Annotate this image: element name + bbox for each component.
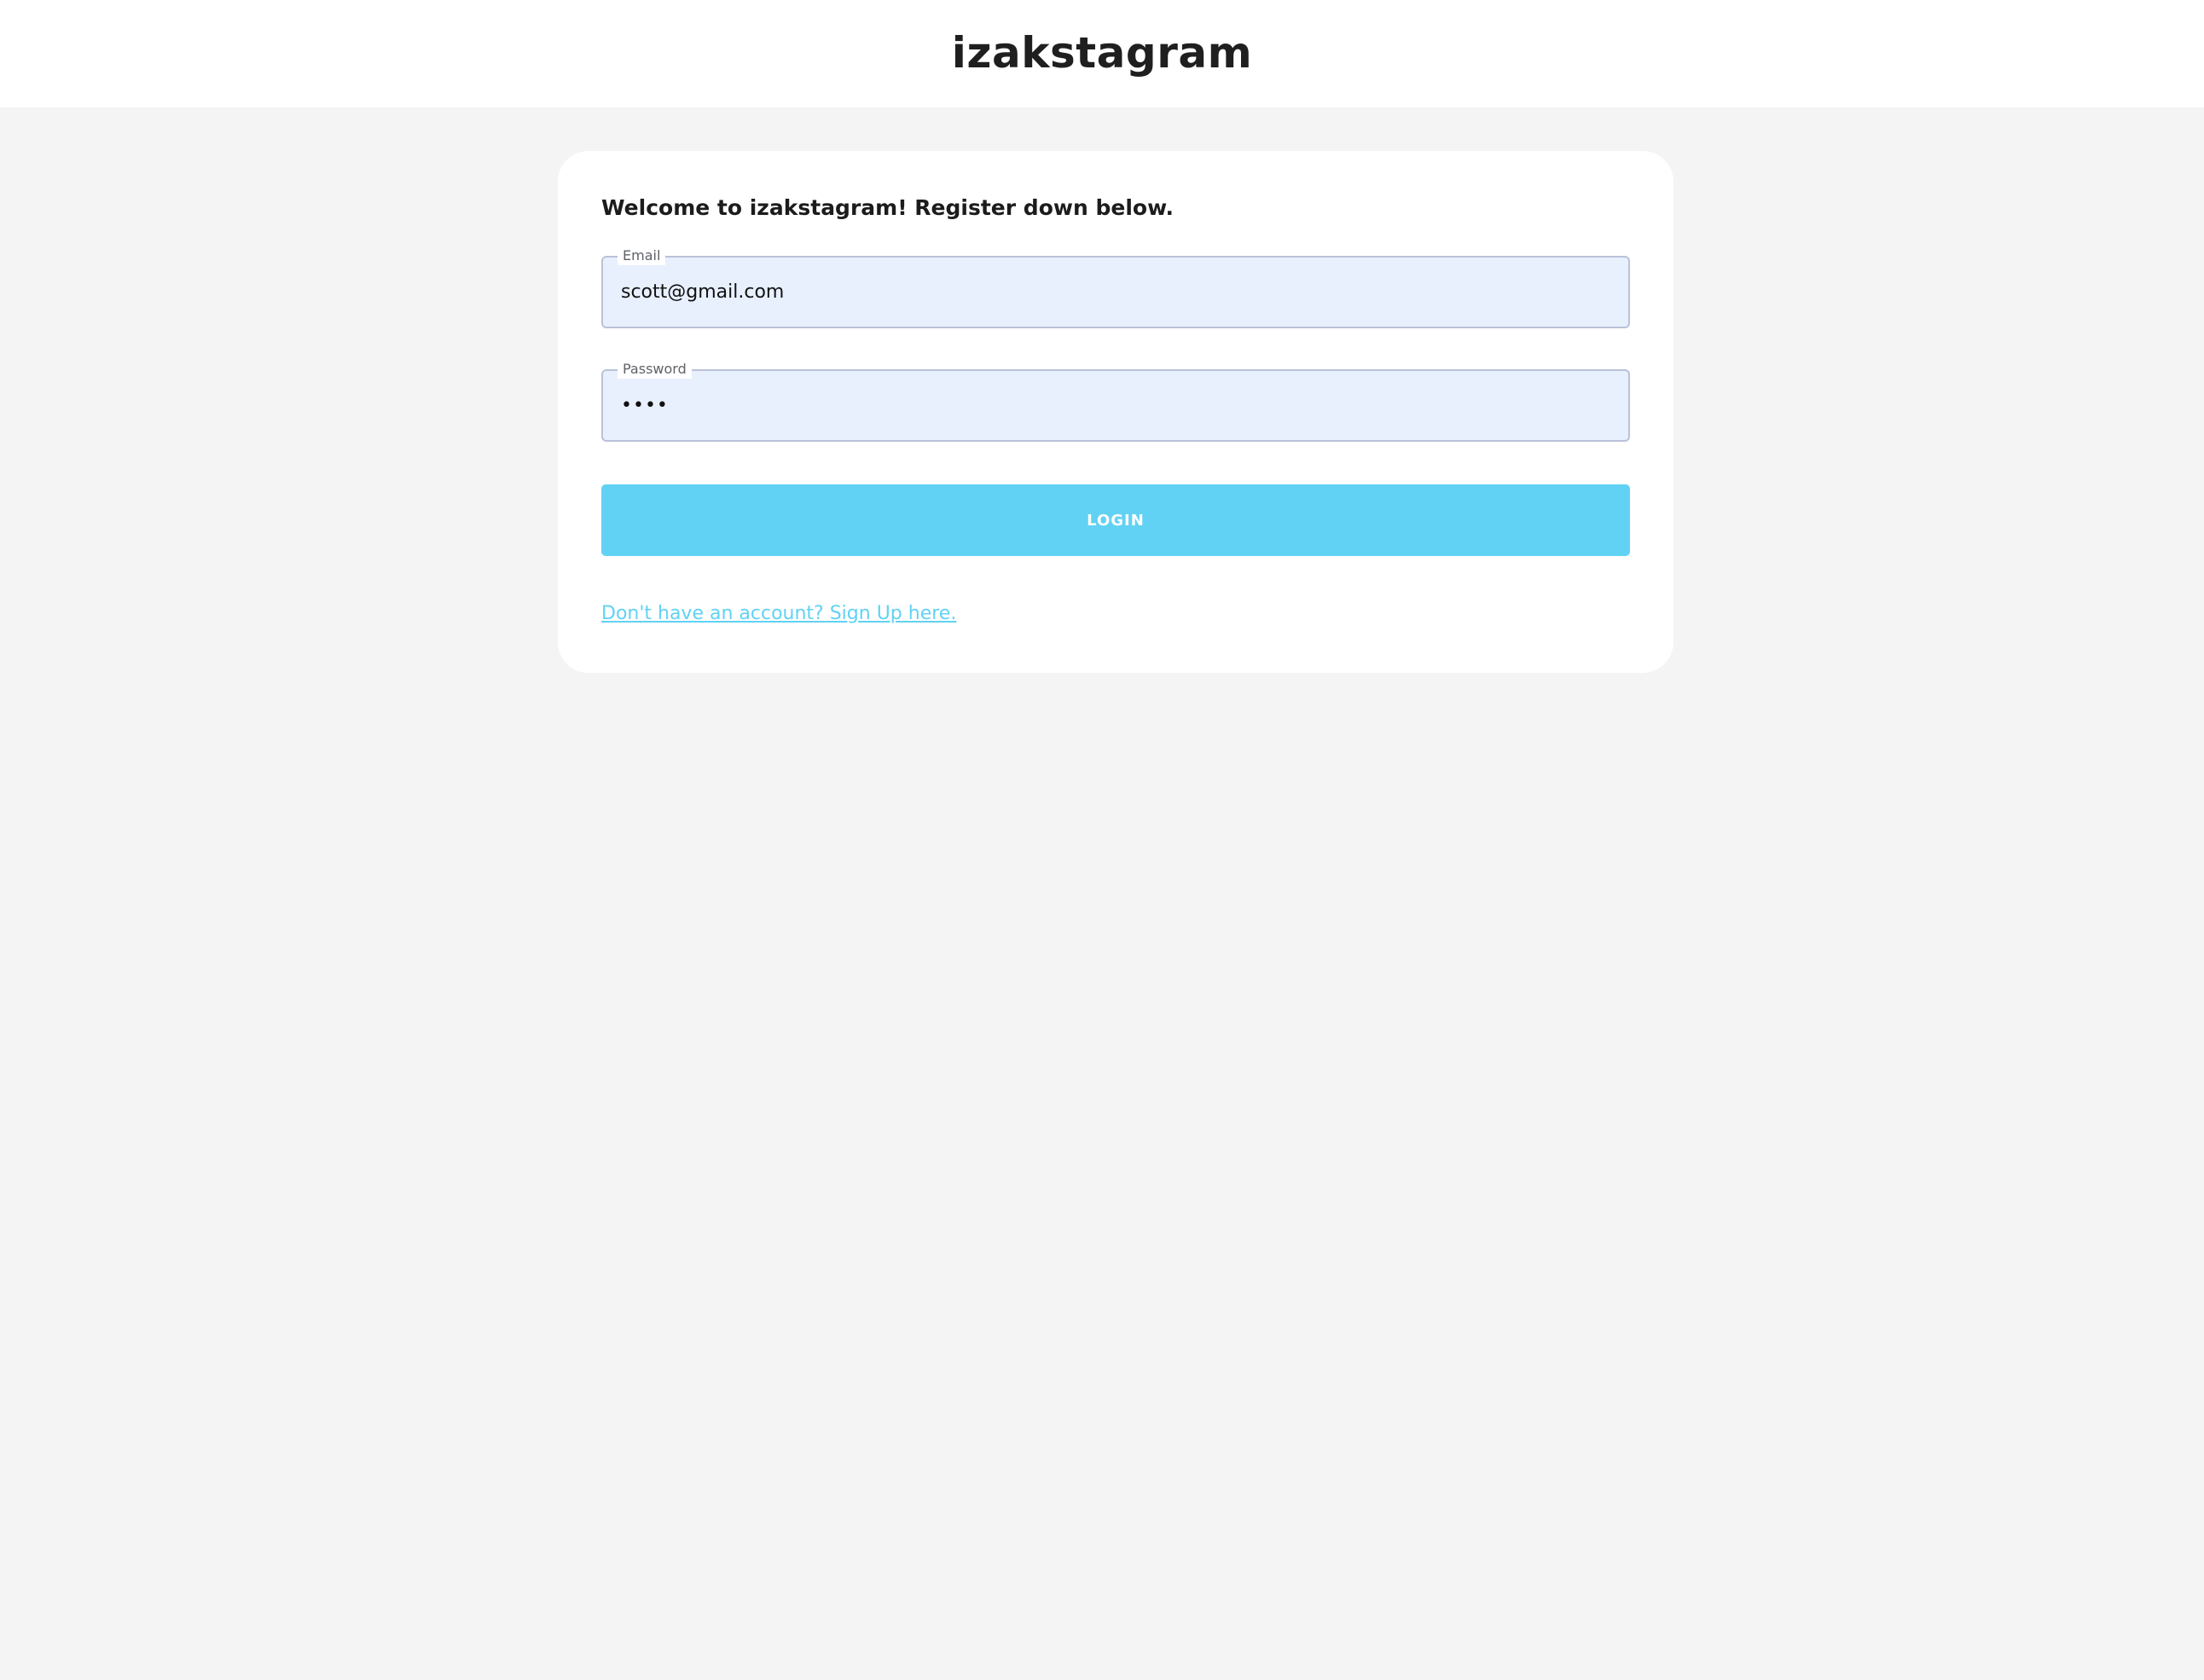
login-card: Welcome to izakstagram! Register down be… xyxy=(558,151,1673,673)
email-field[interactable]: Email xyxy=(601,246,1630,328)
password-input[interactable] xyxy=(621,371,1602,440)
brand-logo-text: izakstagram xyxy=(951,28,1253,78)
password-field[interactable]: Password xyxy=(601,360,1630,442)
signup-link[interactable]: Don't have an account? Sign Up here. xyxy=(601,603,956,624)
top-bar: izakstagram xyxy=(0,0,2204,107)
login-button[interactable]: LOGIN xyxy=(601,484,1630,556)
welcome-heading: Welcome to izakstagram! Register down be… xyxy=(601,195,1174,220)
email-input[interactable] xyxy=(621,258,1602,327)
